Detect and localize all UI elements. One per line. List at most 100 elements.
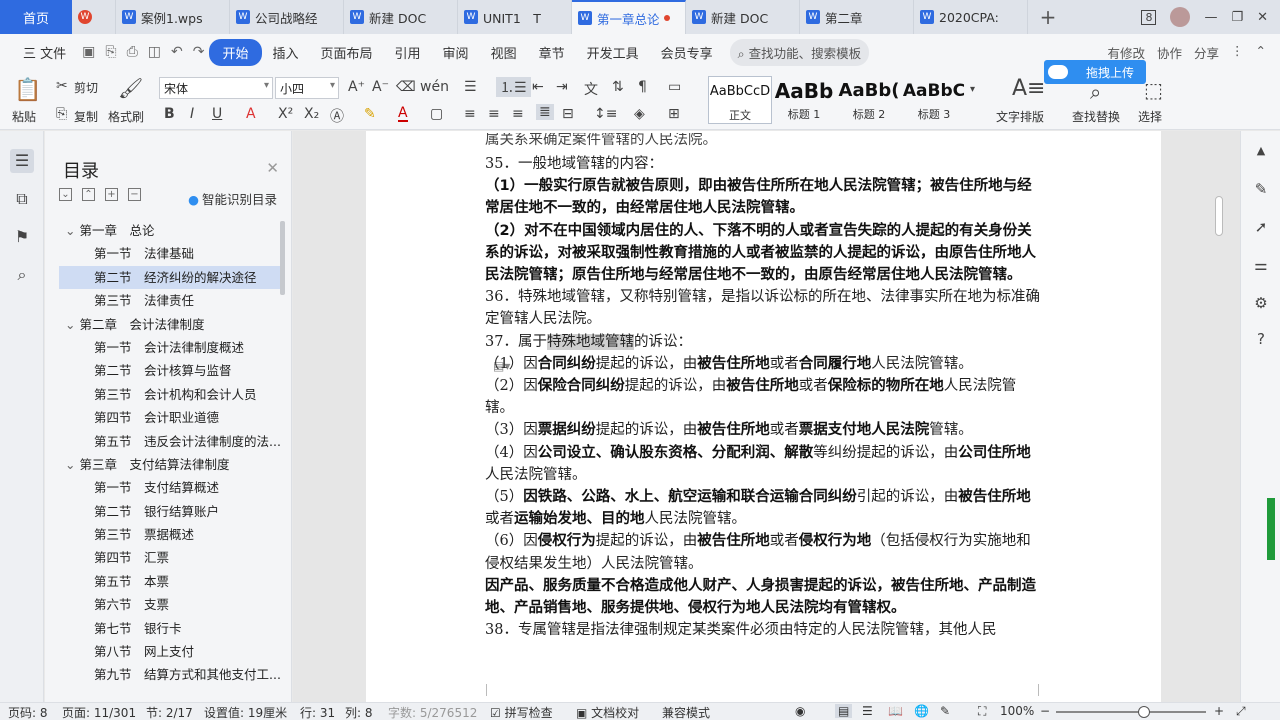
copy-button[interactable]: 复制 <box>74 108 98 125</box>
add-heading-icon[interactable]: + <box>105 188 118 201</box>
bold-icon[interactable]: B <box>164 106 175 122</box>
upload-button[interactable]: 拖拽上传 <box>1044 60 1146 84</box>
bullet-list-icon[interactable]: ☰ <box>464 79 477 95</box>
toc-section-item[interactable]: 第四节 汇票 <box>59 546 281 569</box>
scrollbar-thumb[interactable] <box>1215 196 1223 236</box>
toc-section-item[interactable]: 第一节 会计法律制度概述 <box>59 336 281 359</box>
superscript-icon[interactable]: X² <box>278 106 293 122</box>
font-size-select[interactable]: 小四 <box>275 77 339 99</box>
table-icon[interactable]: ▭ <box>668 79 681 95</box>
shrink-font-icon[interactable]: A⁻ <box>372 79 389 95</box>
align-left-icon[interactable]: ≡ <box>464 106 476 122</box>
status-pages[interactable]: 页面: 11/301 <box>62 704 136 720</box>
char-border-icon[interactable]: ▢ <box>430 106 443 122</box>
pen-icon[interactable]: ✎ <box>1249 177 1273 201</box>
font-color-icon[interactable]: A <box>398 106 408 122</box>
restore-icon[interactable]: ❐ <box>1231 10 1243 25</box>
tab-start[interactable]: 开始 <box>209 38 262 66</box>
toc-chapter-item[interactable]: 第二章 会计法律制度 <box>59 313 281 336</box>
align-right-icon[interactable]: ≡ <box>512 106 524 122</box>
doc-tab[interactable]: W 新建 DOC <box>344 0 458 34</box>
collapse-all-icon[interactable]: ⌃ <box>82 188 95 201</box>
highlight-icon[interactable]: ✎ <box>364 106 376 122</box>
format-painter-button[interactable]: 格式刷 <box>108 108 144 125</box>
toc-section-item[interactable]: 第四节 会计职业道德 <box>59 406 281 429</box>
toc-panel-icon[interactable]: ☰ <box>10 149 34 173</box>
close-icon[interactable]: ✕ <box>1257 10 1268 25</box>
doc-tab[interactable]: W 新建 DOC <box>686 0 800 34</box>
subscript-icon[interactable]: X₂ <box>304 106 319 122</box>
fit-page-icon[interactable]: ⛶ <box>978 704 986 719</box>
toc-section-item[interactable]: 第七节 银行卡 <box>59 617 281 640</box>
show-marks-icon[interactable]: ¶ <box>638 79 647 95</box>
toc-section-item[interactable]: 第二节 银行结算账户 <box>59 500 281 523</box>
zoom-in-icon[interactable]: + <box>1214 704 1224 718</box>
doc-tab[interactable]: W 第二章 <box>800 0 914 34</box>
share-button[interactable]: 分享 <box>1194 43 1219 62</box>
chinese-layout-icon[interactable]: 文 <box>584 79 598 99</box>
increase-indent-icon[interactable]: ⇥ <box>556 79 568 95</box>
text-layout-icon[interactable]: A≡ <box>1012 76 1045 101</box>
tab-section[interactable]: 章节 <box>528 43 576 62</box>
wps-logo-tab[interactable]: W <box>72 0 116 34</box>
expand-all-icon[interactable]: ⌄ <box>59 188 72 201</box>
adjust-icon[interactable]: ⚌ <box>1249 253 1273 277</box>
find-panel-icon[interactable]: ⌕ <box>10 263 34 287</box>
styles-more-icon[interactable]: ▾ <box>970 84 975 95</box>
modified-button[interactable]: 有修改 <box>1107 43 1145 62</box>
style-normal[interactable]: AaBbCcD 正文 <box>708 76 772 124</box>
toc-section-item[interactable]: 第三节 票据概述 <box>59 523 281 546</box>
scroll-up-icon[interactable]: ▲ <box>1249 139 1273 163</box>
close-icon[interactable]: ✕ <box>266 159 279 177</box>
preview-icon[interactable]: ◫ <box>143 44 166 60</box>
doc-proof-button[interactable]: ▣ 文档校对 <box>576 704 639 720</box>
paste-icon[interactable]: 📋 <box>14 78 41 103</box>
style-heading-2[interactable]: AaBb( 标题 2 <box>837 76 901 124</box>
tab-review[interactable]: 审阅 <box>432 43 480 62</box>
toc-section-item[interactable]: 第八节 网上支付 <box>59 640 281 663</box>
toc-section-item[interactable]: 第一节 支付结算概述 <box>59 476 281 499</box>
zoom-out-icon[interactable]: − <box>1040 704 1050 718</box>
outline-view-icon[interactable]: ☰ <box>862 704 873 718</box>
print-icon[interactable]: ⎙ <box>122 44 143 60</box>
collaborate-button[interactable]: 协作 <box>1157 43 1182 62</box>
toc-section-item[interactable]: 第一节 法律基础 <box>59 242 281 265</box>
toc-section-item[interactable]: 第二节 经济纠纷的解决途径 <box>59 265 281 290</box>
tab-developer[interactable]: 开发工具 <box>576 43 650 62</box>
select-icon[interactable]: ⬚ <box>1144 78 1163 102</box>
tab-references[interactable]: 引用 <box>384 43 432 62</box>
minimize-icon[interactable]: — <box>1204 10 1217 25</box>
style-heading-1[interactable]: AaBb 标题 1 <box>772 76 836 124</box>
cut-button[interactable]: 剪切 <box>74 79 98 96</box>
doc-tab[interactable]: W 案例1.wps <box>116 0 230 34</box>
more-icon[interactable]: ⋮ <box>1231 43 1244 62</box>
strikethrough-icon[interactable]: A <box>246 106 256 122</box>
eye-protect-icon[interactable]: ◉ <box>795 704 805 718</box>
select-button[interactable]: 选择 <box>1138 108 1162 125</box>
zoom-slider[interactable] <box>1056 711 1206 713</box>
tab-insert[interactable]: 插入 <box>262 43 310 62</box>
distribute-icon[interactable]: ⊟ <box>562 106 574 122</box>
doc-tab[interactable]: W 2020CPA: <box>914 0 1028 34</box>
decrease-indent-icon[interactable]: ⇤ <box>532 79 544 95</box>
vertical-scrollbar[interactable] <box>1213 140 1225 690</box>
search-input[interactable]: ⌕ 查找功能、搜索模板 <box>729 38 870 66</box>
toc-chapter-item[interactable]: 第三章 支付结算法律制度 <box>59 453 281 476</box>
font-name-select[interactable]: 宋体 <box>159 77 273 99</box>
toc-section-item[interactable]: 第五节 本票 <box>59 570 281 593</box>
toc-section-item[interactable]: 第二节 会计核算与监督 <box>59 359 281 382</box>
doc-tab-active[interactable]: W 第一章总论 <box>572 0 686 34</box>
section-nav-icon[interactable]: ⧉ <box>10 187 34 211</box>
find-replace-button[interactable]: 查找替换 <box>1072 108 1120 125</box>
cut-icon[interactable]: ✂ <box>56 78 68 94</box>
toc-section-item[interactable]: 第五节 违反会计法律制度的法... <box>59 430 281 453</box>
italic-icon[interactable]: I <box>190 106 194 122</box>
toc-section-item[interactable]: 第三节 会计机构和会计人员 <box>59 383 281 406</box>
border-icon[interactable]: ⊞ <box>668 106 680 122</box>
page-count-badge[interactable]: 8 <box>1141 9 1157 25</box>
pen-mode-icon[interactable]: ✎ <box>940 704 950 718</box>
undo-icon[interactable]: ↶ <box>166 44 188 60</box>
spell-check-button[interactable]: ☑ 拼写检查 <box>490 704 553 720</box>
collapse-ribbon-icon[interactable]: ⌃ <box>1256 43 1266 62</box>
document-page[interactable]: ▤▾ 属关系来确定案件管辖的人民法院。 35．一般地域管辖的内容： （1）一般实… <box>366 131 1161 702</box>
